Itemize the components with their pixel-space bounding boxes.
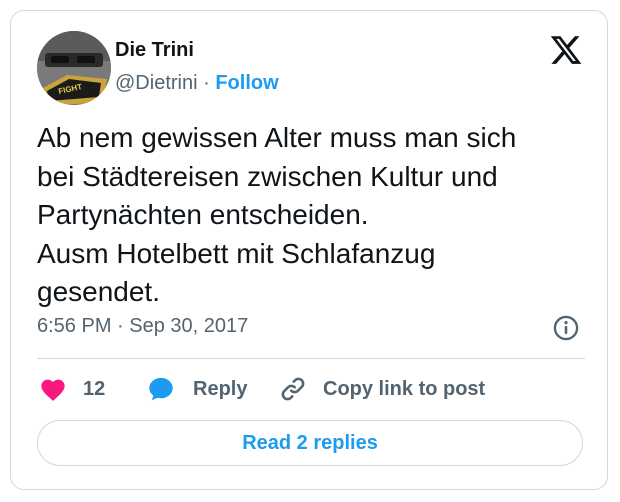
separator-dot: · [203, 72, 210, 94]
like-button[interactable]: 12 [39, 371, 105, 407]
copy-link-label: Copy link to post [323, 377, 486, 400]
avatar-image: FIGHT [37, 31, 111, 105]
divider [37, 358, 585, 359]
author-avatar[interactable]: FIGHT [37, 31, 111, 105]
read-replies-button[interactable]: Read 2 replies [37, 420, 583, 466]
author-handle[interactable]: @Dietrini [115, 72, 198, 94]
follow-button[interactable]: Follow [215, 72, 278, 94]
reply-label: Reply [193, 377, 248, 400]
speech-bubble-icon [149, 377, 173, 401]
tweet-text: Ab nem gewissen Alter muss man sich bei … [37, 122, 517, 307]
handle-row: @Dietrini · Follow [115, 72, 279, 95]
x-logo-icon[interactable] [549, 33, 583, 67]
tweet-card: FIGHT Die Trini @Dietrini · Follow Ab ne… [10, 10, 608, 490]
heart-icon [41, 379, 65, 401]
copy-link-button[interactable]: Copy link to post [279, 371, 485, 407]
info-icon[interactable] [552, 314, 580, 342]
link-icon [281, 377, 305, 401]
reply-button[interactable]: Reply [147, 371, 247, 407]
author-name[interactable]: Die Trini [115, 39, 194, 62]
like-count: 12 [83, 377, 106, 400]
tweet-timestamp[interactable]: 6:56 PM · Sep 30, 2017 [37, 315, 248, 338]
